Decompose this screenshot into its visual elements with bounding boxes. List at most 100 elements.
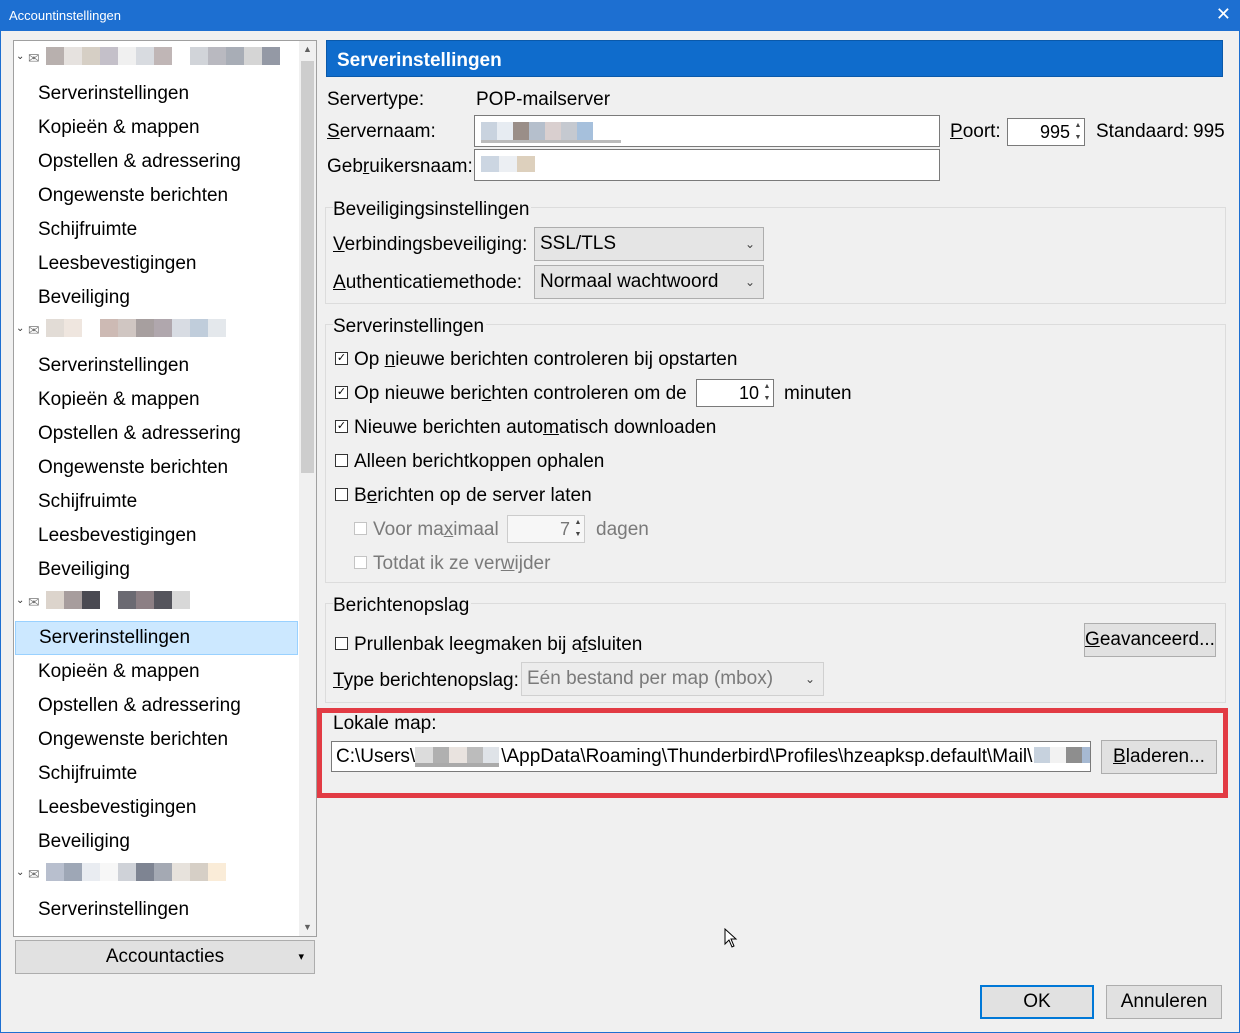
- tree-item[interactable]: Kopieën & mappen: [14, 111, 299, 145]
- tree-item[interactable]: Beveiliging: [14, 825, 299, 859]
- check-interval-stepper[interactable]: 10 ▲ ▼: [696, 379, 774, 407]
- redacted-account-name: [46, 47, 280, 65]
- mail-account-icon: ✉: [28, 866, 40, 882]
- chevron-down-icon: ⌄: [804, 672, 815, 686]
- chevron-down-icon: ⌄: [744, 237, 755, 251]
- stepper-arrows-icon[interactable]: ▲ ▼: [762, 381, 772, 405]
- account-actions-label: Accountacties: [105, 946, 225, 967]
- storage-type-value: Eén bestand per map (mbox): [527, 668, 774, 689]
- title-bar: Accountinstellingen ✕: [0, 0, 1240, 31]
- account-row[interactable]: ⌄ ✉: [14, 43, 299, 77]
- tree-item[interactable]: Beveiliging: [14, 553, 299, 587]
- expand-chevron-icon[interactable]: ⌄: [16, 867, 24, 878]
- tree-item[interactable]: Kopieën & mappen: [14, 655, 299, 689]
- expand-chevron-icon[interactable]: ⌄: [16, 595, 24, 606]
- close-icon[interactable]: ✕: [1216, 4, 1231, 24]
- account-row[interactable]: ⌄ ✉: [14, 315, 299, 349]
- panel-header: Serverinstellingen: [326, 40, 1223, 77]
- tree-item[interactable]: Schijfruimte: [14, 485, 299, 519]
- auth-method-select[interactable]: Normaal wachtwoord ⌄: [534, 265, 764, 299]
- security-legend: Beveiligingsinstellingen: [333, 199, 532, 221]
- tree-item[interactable]: Ongewenste berichten: [14, 723, 299, 757]
- expand-chevron-icon[interactable]: ⌄: [16, 323, 24, 334]
- local-folder-highlight: [317, 708, 1228, 798]
- redacted-servername: [481, 122, 621, 143]
- mail-account-icon: ✉: [28, 322, 40, 338]
- connection-security-select[interactable]: SSL/TLS ⌄: [534, 227, 764, 261]
- empty-trash-label: Prullenbak leegmaken bij afsluiten: [354, 634, 643, 655]
- max-days-label: Voor maximaal: [373, 519, 499, 540]
- tree-item[interactable]: Leesbevestigingen: [14, 519, 299, 553]
- username-input[interactable]: [474, 149, 940, 181]
- advanced-button[interactable]: Geavanceerd...: [1084, 623, 1216, 657]
- max-days-stepper[interactable]: 7 ▲ ▼: [507, 515, 585, 543]
- tree-item[interactable]: Opstellen & adressering: [14, 417, 299, 451]
- scroll-thumb[interactable]: [301, 61, 314, 473]
- empty-trash-checkbox[interactable]: [335, 637, 348, 650]
- tree-item[interactable]: Ongewenste berichten: [14, 451, 299, 485]
- check-startup-label: Op nieuwe berichten controleren bij opst…: [354, 349, 738, 370]
- default-port-label: Standaard:: [1096, 121, 1189, 142]
- auto-download-checkbox[interactable]: ✓: [335, 420, 348, 433]
- check-every-label: Op nieuwe berichten controleren om de: [354, 383, 687, 404]
- connection-security-label: Verbindingsbeveiliging:: [333, 234, 528, 255]
- max-days-checkbox[interactable]: [354, 522, 367, 535]
- account-row[interactable]: ⌄ ✉: [14, 859, 299, 893]
- check-every-checkbox[interactable]: ✓: [335, 386, 348, 399]
- auth-method-value: Normaal wachtwoord: [540, 271, 719, 292]
- ok-button[interactable]: OK: [980, 985, 1094, 1019]
- port-stepper[interactable]: 995 ▲ ▼: [1007, 118, 1085, 146]
- username-label: Gebruikersnaam:: [327, 156, 473, 177]
- connection-security-value: SSL/TLS: [540, 233, 617, 254]
- days-label: dagen: [596, 519, 649, 540]
- tree-item[interactable]: Serverinstellingen: [14, 893, 299, 927]
- server-settings-legend: Serverinstellingen: [333, 316, 487, 338]
- redacted-account-name: [46, 863, 226, 881]
- cancel-button[interactable]: Annuleren: [1106, 985, 1222, 1019]
- tree-item[interactable]: Leesbevestigingen: [14, 247, 299, 281]
- storage-type-select[interactable]: Eén bestand per map (mbox) ⌄: [521, 662, 824, 696]
- tree-item[interactable]: Leesbevestigingen: [14, 791, 299, 825]
- auto-download-label: Nieuwe berichten automatisch downloaden: [354, 417, 717, 438]
- check-startup-checkbox[interactable]: ✓: [335, 352, 348, 365]
- tree-scrollbar[interactable]: ▲ ▼: [299, 41, 316, 936]
- servertype-value: POP-mailserver: [476, 89, 611, 110]
- headers-only-label: Alleen berichtkoppen ophalen: [354, 451, 605, 472]
- tree-item[interactable]: Opstellen & adressering: [14, 145, 299, 179]
- leave-on-server-label: Berichten op de server laten: [354, 485, 592, 506]
- account-row[interactable]: ⌄ ✉: [14, 587, 299, 621]
- until-delete-label: Totdat ik ze verwijder: [373, 553, 551, 574]
- scroll-down-icon[interactable]: ▼: [299, 919, 316, 936]
- tree-item[interactable]: Ongewenste berichten: [14, 179, 299, 213]
- redacted-account-name: [46, 591, 190, 609]
- leave-on-server-checkbox[interactable]: [335, 488, 348, 501]
- stepper-arrows-icon[interactable]: ▲ ▼: [1073, 120, 1083, 144]
- default-port-value: 995: [1193, 121, 1225, 142]
- tree-item[interactable]: Beveiliging: [14, 281, 299, 315]
- auth-method-label: Authenticatiemethode:: [333, 272, 523, 293]
- tree-item[interactable]: Serverinstellingen: [14, 349, 299, 383]
- redacted-username: [481, 156, 535, 172]
- tree-item[interactable]: Schijfruimte: [14, 213, 299, 247]
- account-actions-button[interactable]: Accountacties ▾: [15, 940, 315, 974]
- account-tree[interactable]: ⌄ ✉ Serverinstellingen Kopieën & mappen Opst…: [13, 40, 317, 937]
- tree-item[interactable]: Opstellen & adressering: [14, 689, 299, 723]
- tree-item[interactable]: Kopieën & mappen: [14, 383, 299, 417]
- minutes-label: minuten: [784, 383, 852, 404]
- servertype-label: Servertype:: [327, 89, 425, 110]
- headers-only-checkbox[interactable]: [335, 454, 348, 467]
- storage-legend: Berichtenopslag: [333, 595, 472, 617]
- tree-item[interactable]: Serverinstellingen: [14, 77, 299, 111]
- stepper-arrows-icon[interactable]: ▲ ▼: [573, 517, 583, 541]
- dropdown-arrow-icon: ▾: [298, 951, 304, 963]
- scroll-up-icon[interactable]: ▲: [299, 41, 316, 58]
- expand-chevron-icon[interactable]: ⌄: [16, 51, 24, 62]
- servername-input[interactable]: [474, 115, 940, 147]
- chevron-down-icon: ⌄: [744, 275, 755, 289]
- tree-item[interactable]: Schijfruimte: [14, 757, 299, 791]
- storage-type-label: Type berichtenopslag:: [333, 670, 519, 691]
- until-delete-checkbox[interactable]: [354, 556, 367, 569]
- max-days-value: 7: [559, 519, 570, 539]
- tree-item[interactable]: Serverinstellingen: [15, 621, 298, 655]
- mail-account-icon: ✉: [28, 50, 40, 66]
